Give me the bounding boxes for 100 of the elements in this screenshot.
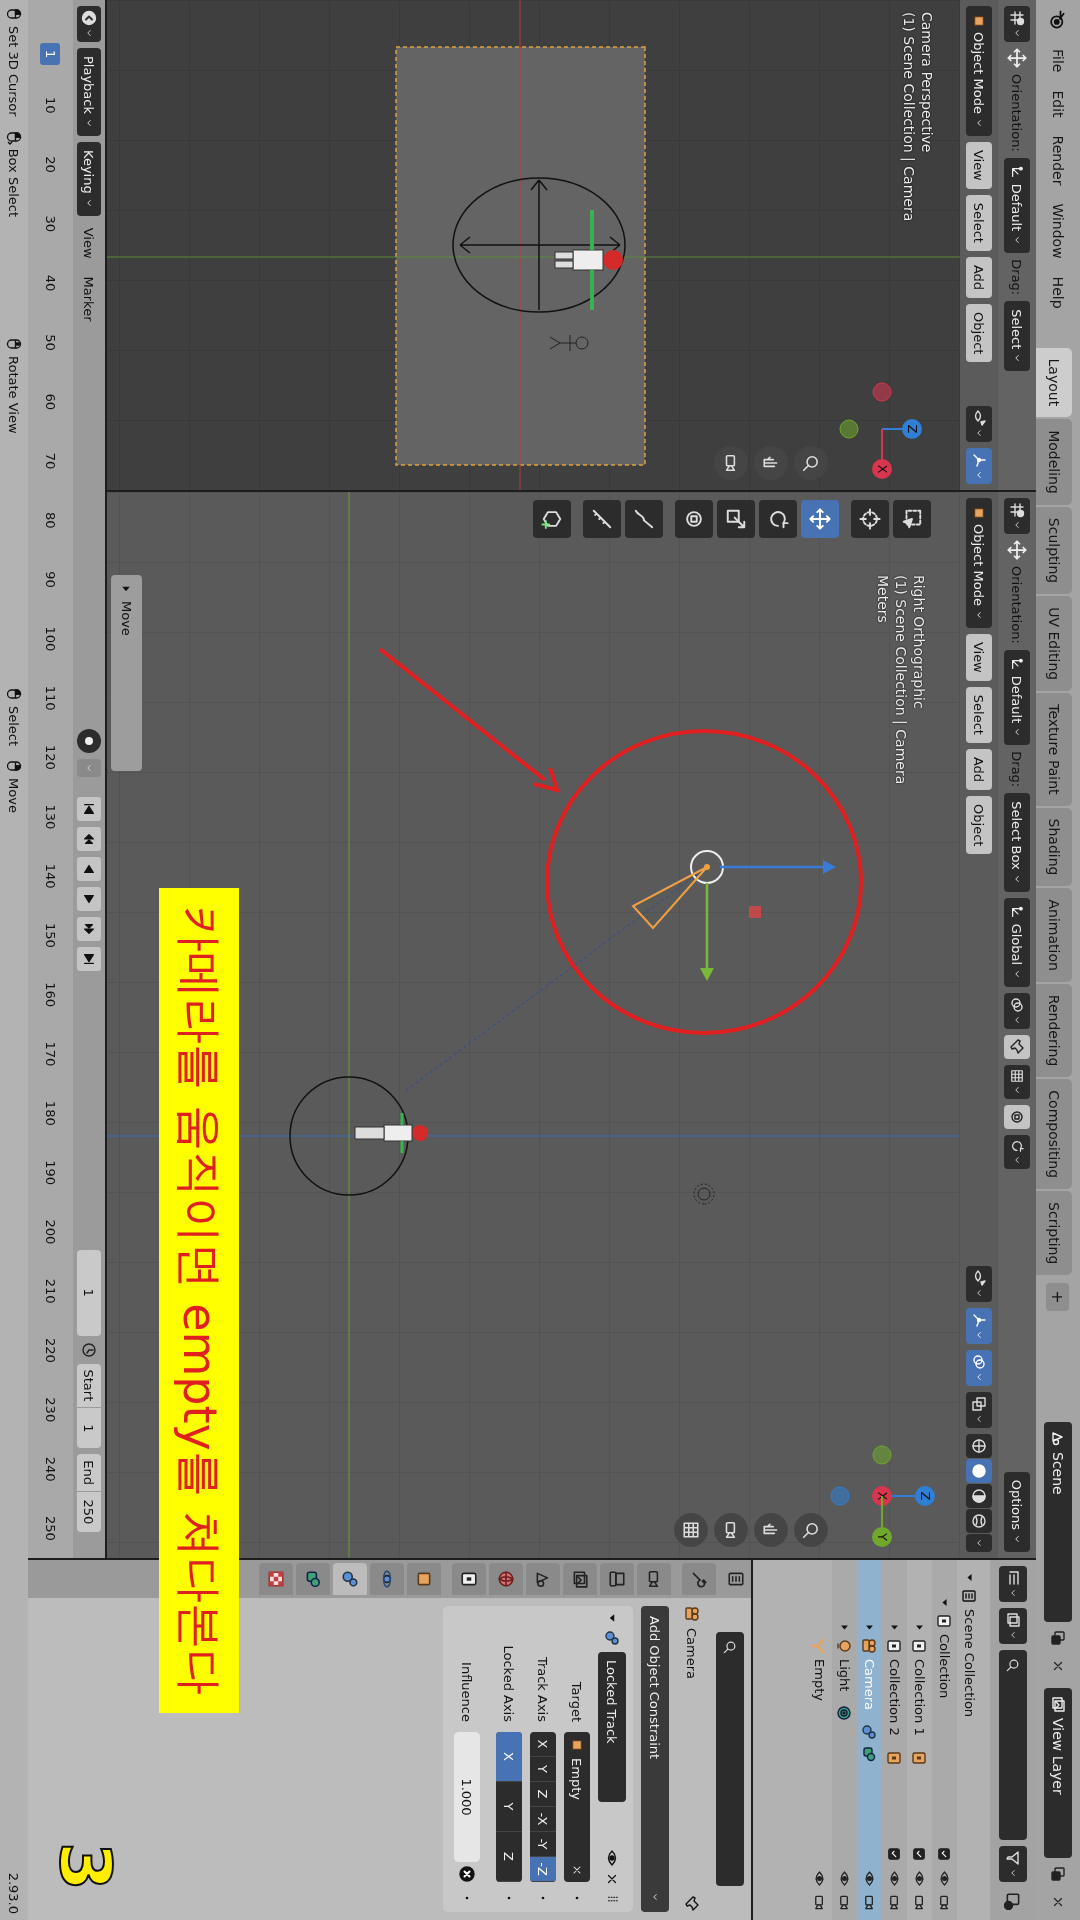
options-dropdown[interactable]: Options <box>1004 1471 1030 1552</box>
workspace-tab[interactable]: Modeling <box>1036 419 1072 505</box>
new-collection-icon[interactable] <box>1004 1892 1022 1910</box>
axis-option[interactable]: X <box>496 1732 522 1782</box>
orientation-dropdown[interactable]: Default <box>1004 649 1030 746</box>
checkbox[interactable] <box>937 1847 952 1861</box>
axis-option[interactable]: X <box>530 1732 556 1757</box>
mode-dropdown[interactable]: Object Mode <box>966 498 992 628</box>
shading-button[interactable] <box>966 1459 992 1483</box>
mode-dropdown[interactable]: Object Mode <box>966 6 992 136</box>
navigation-button[interactable] <box>754 446 788 480</box>
viewport-toggle[interactable] <box>966 1392 992 1428</box>
close-icon[interactable] <box>605 1872 619 1886</box>
expand-arrow-icon[interactable] <box>939 1596 950 1608</box>
menu-item[interactable]: Edit <box>1046 81 1070 127</box>
viewport-toggle[interactable] <box>966 406 992 442</box>
move-icon[interactable] <box>1007 540 1027 560</box>
search-field[interactable] <box>716 1632 744 1886</box>
constraint-name-field[interactable]: Locked Track <box>598 1652 626 1802</box>
playback-button[interactable] <box>77 887 101 912</box>
navigation-button[interactable] <box>714 446 748 480</box>
playback-mode-icon[interactable] <box>81 10 97 26</box>
add-workspace-button[interactable]: + <box>1046 1283 1070 1311</box>
menu-item[interactable]: View <box>81 221 97 265</box>
navigation-button[interactable] <box>754 1513 788 1547</box>
3d-viewport[interactable]: Camera Perspective (1) Scene Collection | Camera Z X <box>107 0 960 490</box>
workspace-tab[interactable]: Shading <box>1036 807 1072 887</box>
view-layer-selector[interactable]: View Layer <box>1044 1688 1072 1858</box>
workspace-tab[interactable]: Sculpting <box>1036 506 1072 595</box>
workspace-tab[interactable]: Layout <box>1036 347 1072 418</box>
outliner-item-label[interactable]: Collection 1 <box>912 1659 927 1736</box>
checkbox[interactable] <box>912 1847 927 1861</box>
reset-icon[interactable] <box>459 1866 475 1882</box>
outliner-item-label[interactable]: Light <box>837 1659 852 1692</box>
toolbar-tool[interactable] <box>893 500 931 538</box>
axis-option[interactable]: Z <box>530 1782 556 1807</box>
outliner-item-label[interactable]: Collection <box>937 1634 952 1699</box>
close-icon[interactable] <box>1051 1659 1065 1673</box>
menu-button[interactable]: View <box>966 633 992 681</box>
drag-dropdown[interactable]: Select <box>1004 301 1030 372</box>
toolbar-tool[interactable] <box>801 500 839 538</box>
current-frame-field[interactable]: 1 <box>77 1249 101 1336</box>
add-constraint-dropdown[interactable]: Add Object Constraint <box>641 1606 669 1912</box>
navigation-gizmo[interactable]: Z X <box>827 374 937 484</box>
viewport-toggle[interactable] <box>966 1350 992 1386</box>
playback-button[interactable] <box>77 827 101 852</box>
navigation-button[interactable] <box>714 1513 748 1547</box>
display-mode-icon[interactable] <box>1005 1612 1021 1628</box>
checkbox[interactable] <box>887 1847 902 1861</box>
toolbar-tool[interactable] <box>759 500 797 538</box>
viewport-toggle[interactable] <box>966 1266 992 1302</box>
axis-ball[interactable] <box>839 419 859 439</box>
viewport-toggle[interactable] <box>966 1308 992 1344</box>
playback-button[interactable] <box>77 797 101 822</box>
target-field[interactable]: Empty <box>564 1732 590 1882</box>
filter-icon[interactable] <box>1005 1850 1021 1866</box>
drag-dropdown[interactable]: Select Box <box>1004 793 1030 892</box>
navigation-button[interactable] <box>674 1513 708 1547</box>
menu-button[interactable]: Add <box>966 256 992 299</box>
axis-option[interactable]: -X <box>530 1807 556 1832</box>
copy-icon[interactable] <box>1050 1866 1066 1882</box>
toolbar-tool[interactable] <box>851 500 889 538</box>
transform-orientation-dropdown[interactable]: Global <box>1004 897 1030 988</box>
influence-slider[interactable]: 1.000 <box>454 1732 480 1862</box>
menu-button[interactable]: Select <box>966 686 992 743</box>
outliner-row[interactable]: Empty <box>807 1560 832 1920</box>
outliner-item-label[interactable]: Empty <box>812 1659 827 1701</box>
axis-ball[interactable]: X <box>872 428 892 479</box>
shading-button[interactable] <box>966 1484 992 1508</box>
menu-item[interactable]: Window <box>1046 194 1070 268</box>
operator-panel[interactable]: Move <box>111 575 142 771</box>
axis-option[interactable]: Y <box>496 1782 522 1832</box>
pin-icon[interactable] <box>684 1896 700 1912</box>
properties-editor-icon[interactable] <box>727 1570 745 1588</box>
playback-button[interactable] <box>77 857 101 882</box>
end-frame-field[interactable]: 250 <box>77 1492 101 1532</box>
scene-selector[interactable]: Scene <box>1044 1422 1072 1622</box>
menu-button[interactable]: View <box>966 141 992 189</box>
menu-button[interactable]: Object <box>966 796 992 855</box>
menu-button[interactable]: Add <box>966 748 992 791</box>
axis-option[interactable]: Z <box>496 1832 522 1882</box>
menu-dropdown[interactable]: Playback <box>77 48 101 136</box>
toolbar-tool[interactable] <box>625 500 663 538</box>
workspace-tab[interactable]: Texture Paint <box>1036 693 1072 806</box>
handle-square[interactable] <box>749 906 761 918</box>
toolbar-tool[interactable] <box>583 500 621 538</box>
menu-item[interactable]: Render <box>1046 126 1070 195</box>
axis-option[interactable]: Y <box>530 1757 556 1782</box>
copy-icon[interactable] <box>1050 1630 1066 1646</box>
expand-arrow-icon[interactable] <box>964 1571 975 1583</box>
menu-item[interactable]: Marker <box>81 270 97 328</box>
menu-item[interactable]: File <box>1046 40 1070 82</box>
search-field[interactable] <box>999 1650 1027 1840</box>
menu-button[interactable]: Object <box>966 304 992 363</box>
workspace-tab[interactable]: UV Editing <box>1036 596 1072 692</box>
close-icon[interactable] <box>1051 1895 1065 1909</box>
outliner-item-label[interactable]: Scene Collection <box>962 1609 977 1718</box>
outliner-row[interactable]: Collection <box>932 1560 957 1920</box>
start-frame-field[interactable]: 1 <box>77 1408 101 1449</box>
shading-button[interactable] <box>966 1509 992 1533</box>
